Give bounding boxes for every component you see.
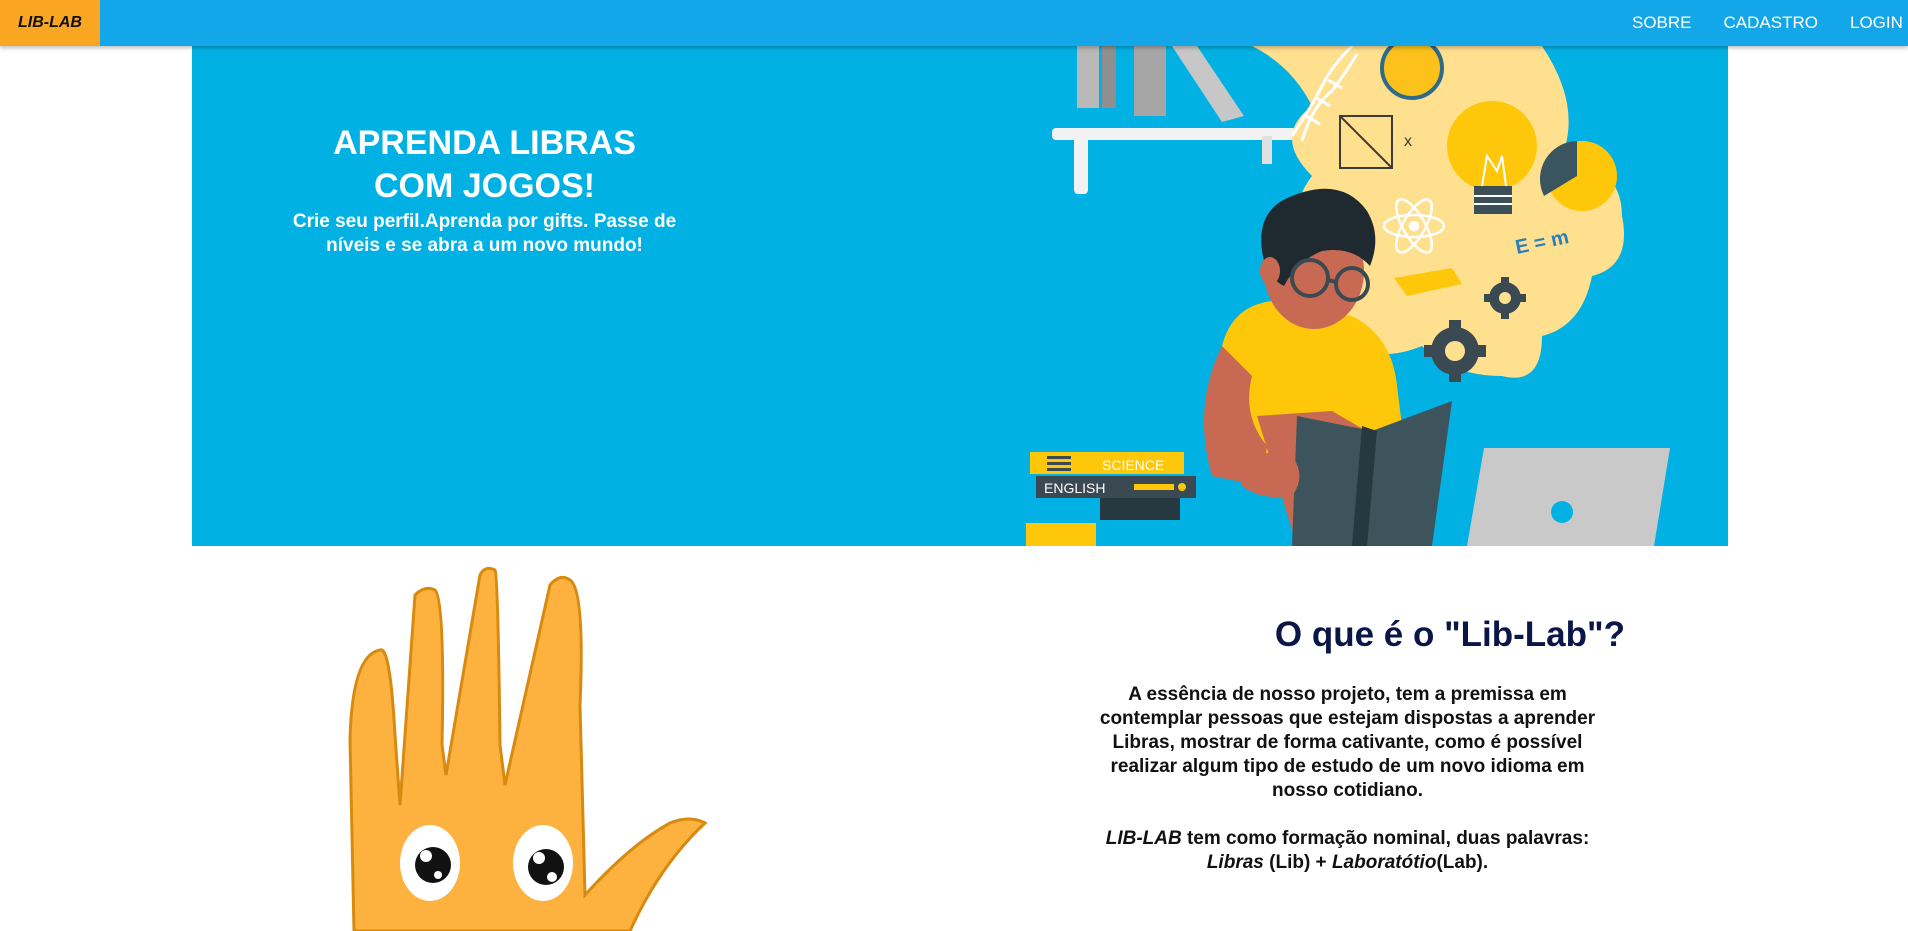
laptop-icon	[1467, 448, 1670, 546]
svg-text:x: x	[1404, 133, 1412, 150]
about-abbr-lib: (Lib) +	[1263, 852, 1332, 873]
flask-icon	[1380, 46, 1444, 100]
about-title: O que é o "Lib-Lab"?	[1274, 615, 1625, 654]
hero-title: APRENDA LIBRAS COM JOGOS!	[333, 124, 636, 205]
about-p2-text: tem como formação nominal, duas palavras…	[1181, 828, 1590, 849]
nav-link-sobre[interactable]: SOBRE	[1632, 13, 1692, 33]
book-icon	[1242, 401, 1452, 546]
student-reading-illustration: x E = m SCIENCE ENGLISH	[1026, 46, 1670, 546]
book-label-english: ENGLISH	[1044, 480, 1105, 496]
top-navbar: LIB-LAB SOBRE CADASTRO LOGIN	[0, 0, 1908, 46]
about-paragraph-2: LIB-LAB tem como formação nominal, duas …	[1080, 827, 1615, 875]
about-abbr-lab: (Lab).	[1436, 852, 1489, 873]
nav-link-cadastro[interactable]: CADASTRO	[1724, 13, 1818, 33]
brand-logo-link[interactable]: LIB-LAB	[0, 0, 100, 46]
book-stack-icon: SCIENCE ENGLISH	[1026, 452, 1196, 546]
about-word-laboratorio: Laboratótio	[1331, 852, 1437, 873]
shelf-icon	[1052, 46, 1302, 194]
about-section: O que é o "Lib-Lab"? A essência de nosso…	[1080, 615, 1625, 875]
about-brand-name: LIB-LAB	[1105, 828, 1182, 849]
nav-links: SOBRE CADASTRO LOGIN	[1632, 0, 1908, 46]
about-word-libras: Libras	[1206, 852, 1264, 873]
about-paragraph-1: A essência de nosso projeto, tem a premi…	[1099, 684, 1596, 801]
about-body: A essência de nosso projeto, tem a premi…	[1080, 683, 1615, 875]
book-label-science: SCIENCE	[1102, 457, 1164, 473]
hand-mascot-icon	[348, 566, 708, 931]
hero-text: APRENDA LIBRAS COM JOGOS! Crie seu perfi…	[292, 122, 677, 258]
nav-link-login[interactable]: LOGIN	[1850, 13, 1908, 33]
hero-subtitle: Crie seu perfil.Aprenda por gifts. Passe…	[292, 211, 677, 256]
hero-banner: APRENDA LIBRAS COM JOGOS! Crie seu perfi…	[192, 46, 1728, 546]
